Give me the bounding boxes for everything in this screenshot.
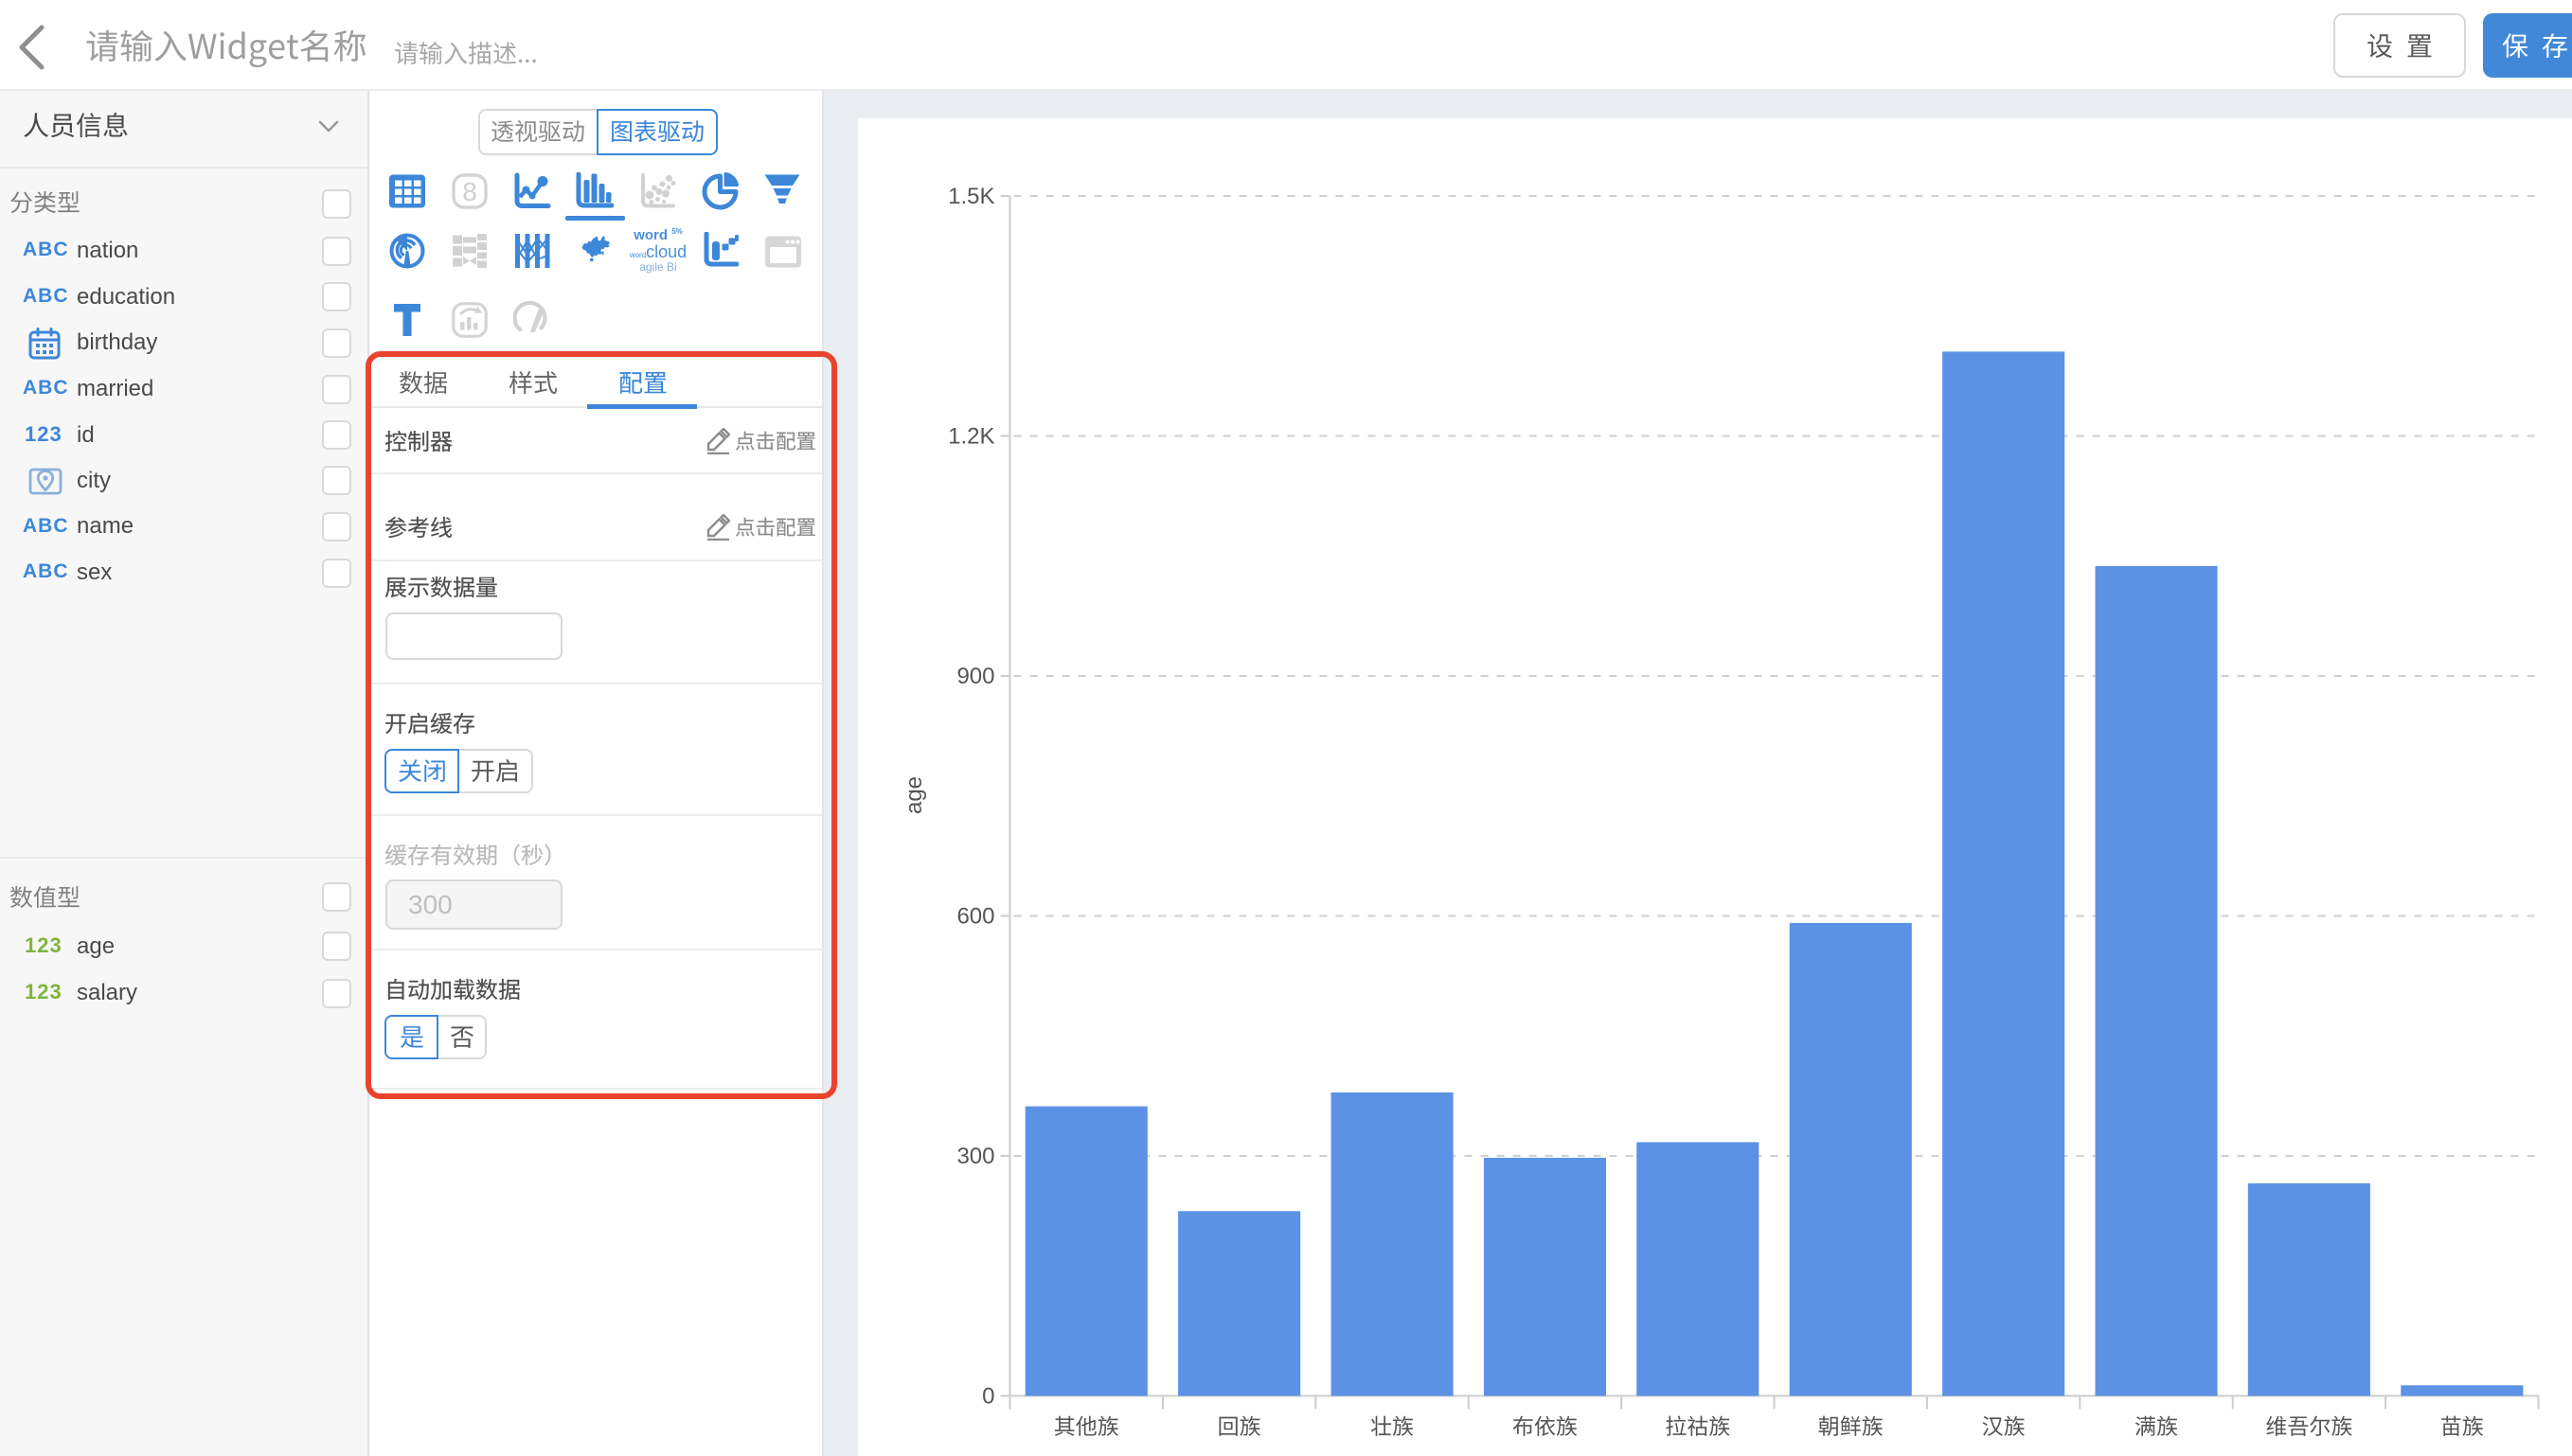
svg-text:0: 0	[982, 1384, 994, 1410]
svg-text:1.2K: 1.2K	[948, 424, 994, 450]
svg-text:300: 300	[956, 1144, 994, 1169]
svg-text:1.5K: 1.5K	[948, 184, 994, 209]
svg-text:600: 600	[956, 904, 994, 930]
svg-text:8: 8	[462, 177, 477, 206]
svg-text:900: 900	[956, 664, 994, 689]
svg-text:age: age	[902, 776, 927, 814]
